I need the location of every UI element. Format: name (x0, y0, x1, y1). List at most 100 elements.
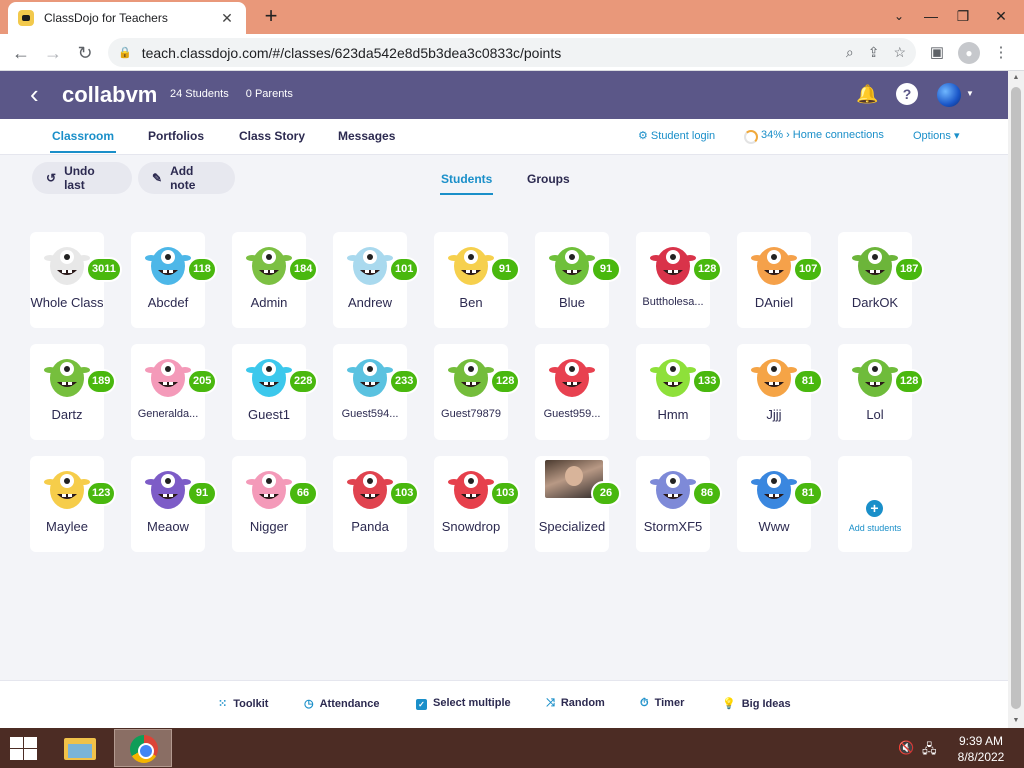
options-dropdown[interactable]: Options ▾ (913, 129, 960, 142)
points-badge: 107 (793, 257, 824, 282)
points-badge: 91 (490, 257, 520, 282)
student-card[interactable]: 133 Hmm (636, 344, 723, 440)
student-card[interactable]: 91 Blue (535, 232, 621, 328)
student-card[interactable]: 128 Guest79879 (434, 344, 521, 440)
parents-count[interactable]: 0 Parents (246, 88, 293, 100)
student-card[interactable]: Guest959... (535, 344, 609, 440)
students-count[interactable]: 24 Students (170, 88, 229, 100)
student-name: Abcdef (147, 295, 189, 310)
tab-portfolios[interactable]: Portfolios (148, 129, 204, 143)
student-name: Snowdrop (441, 519, 501, 534)
monster-avatar-icon (145, 247, 191, 285)
points-badge: 123 (86, 481, 117, 506)
monster-avatar-icon (44, 359, 90, 397)
forward-arrow-icon[interactable]: → (40, 40, 66, 66)
help-icon[interactable]: ? (896, 83, 918, 105)
student-card[interactable]: 107 DAniel (737, 232, 824, 328)
monster-avatar-icon (751, 359, 797, 397)
tab-search-icon[interactable]: ⌄ (882, 0, 916, 34)
whole-class-card[interactable]: 3011 Whole Class (30, 232, 122, 328)
add-note-button[interactable]: ✎ Add note (138, 162, 235, 194)
student-card[interactable]: 128 Buttholesa... (636, 232, 723, 328)
minimize-button[interactable]: — (914, 0, 948, 34)
menu-dots-icon[interactable]: ⋮ (990, 42, 1012, 64)
new-tab-button[interactable]: + (258, 4, 284, 30)
browser-tab[interactable]: ClassDojo for Teachers ✕ (8, 2, 246, 34)
student-card[interactable]: 101 Andrew (333, 232, 420, 328)
tab-class-story[interactable]: Class Story (239, 129, 305, 143)
scroll-up-arrow-icon[interactable]: ▲ (1008, 71, 1024, 85)
clock-date: 8/8/2022 (957, 750, 1005, 764)
windows-start-icon[interactable] (8, 736, 38, 760)
clock-icon: ◷ (304, 698, 314, 710)
student-card[interactable]: 187 DarkOK (838, 232, 925, 328)
student-login-link[interactable]: ⚙ Student login (638, 129, 715, 142)
student-card[interactable]: 66 Nigger (232, 456, 318, 552)
student-card[interactable]: 103 Snowdrop (434, 456, 521, 552)
class-nav: Classroom Portfolios Class Story Message… (0, 119, 1008, 155)
student-card[interactable]: 189 Dartz (30, 344, 117, 440)
zoom-icon[interactable]: ⌕ (846, 44, 854, 61)
attendance-button[interactable]: ◷ Attendance (304, 697, 380, 710)
notification-bell-icon[interactable]: 🔔 (856, 83, 878, 105)
student-card[interactable]: 205 Generalda... (131, 344, 218, 440)
profile-avatar-icon[interactable]: ● (958, 42, 980, 64)
page-scrollbar[interactable]: ▲ ▼ (1008, 71, 1024, 728)
lock-icon[interactable]: 🔒 (118, 46, 132, 59)
view-groups-tab[interactable]: Groups (527, 172, 570, 186)
account-avatar-icon[interactable] (937, 83, 961, 107)
tab-classroom[interactable]: Classroom (49, 129, 117, 153)
home-connections-link[interactable]: 34% › Home connections (761, 129, 884, 141)
file-explorer-icon[interactable] (62, 734, 98, 762)
points-badge: 3011 (86, 257, 122, 282)
monster-avatar-icon (650, 471, 696, 509)
bookmark-star-icon[interactable]: ☆ (893, 44, 906, 61)
random-button[interactable]: ⤨ Random (546, 697, 605, 710)
side-panel-icon[interactable]: ▣ (926, 42, 948, 64)
points-badge: 91 (187, 481, 217, 506)
points-badge: 187 (894, 257, 925, 282)
big-ideas-button[interactable]: 💡 Big Ideas (722, 697, 791, 710)
student-card[interactable]: 26 Specialized (535, 456, 621, 552)
close-window-button[interactable]: ✕ (984, 0, 1018, 34)
student-card[interactable]: 86 StormXF5 (636, 456, 722, 552)
select-multiple-button[interactable]: ✓ Select multiple (416, 697, 511, 710)
close-tab-icon[interactable]: ✕ (218, 10, 236, 27)
student-card[interactable]: 123 Maylee (30, 456, 117, 552)
omnibox[interactable]: 🔒 teach.classdojo.com/#/classes/623da542… (108, 38, 916, 67)
scroll-thumb[interactable] (1011, 87, 1021, 709)
chrome-taskbar-button[interactable] (114, 729, 172, 767)
student-name: Meaow (147, 519, 189, 534)
student-card[interactable]: 184 Admin (232, 232, 319, 328)
big-ideas-label: Big Ideas (741, 698, 791, 710)
undo-last-button[interactable]: ↺ Undo last (32, 162, 132, 194)
student-card[interactable]: 128 Lol (838, 344, 925, 440)
tab-messages[interactable]: Messages (338, 129, 395, 143)
student-card[interactable]: 81 Jjjj (737, 344, 823, 440)
student-card[interactable]: 228 Guest1 (232, 344, 319, 440)
class-name[interactable]: collabvm (62, 82, 157, 108)
account-caret-icon[interactable]: ▼ (966, 89, 974, 98)
toolkit-button[interactable]: ⁙ Toolkit (218, 697, 268, 710)
student-card[interactable]: 91 Meaow (131, 456, 217, 552)
student-card[interactable]: 233 Guest594... (333, 344, 420, 440)
scroll-down-arrow-icon[interactable]: ▼ (1008, 714, 1024, 728)
timer-button[interactable]: ⏱ Timer (640, 697, 684, 710)
student-card[interactable]: 103 Panda (333, 456, 420, 552)
student-card[interactable]: 91 Ben (434, 232, 520, 328)
student-card[interactable]: 118 Abcdef (131, 232, 217, 328)
reload-icon[interactable]: ↻ (72, 40, 98, 66)
share-icon[interactable]: ⇪ (868, 44, 880, 61)
url-text[interactable]: teach.classdojo.com/#/classes/623da542e8… (142, 45, 832, 61)
student-name: Panda (351, 519, 389, 534)
system-clock[interactable]: 9:39 AM 8/8/2022 (946, 733, 1016, 765)
network-icon[interactable]: 🖧 (922, 740, 937, 762)
back-arrow-icon[interactable]: ← (8, 40, 34, 66)
class-header: ‹ collabvm 24 Students 0 Parents 🔔 ? ▼ (0, 71, 1008, 119)
student-card[interactable]: 81 Www (737, 456, 823, 552)
back-chevron-icon[interactable]: ‹ (30, 81, 39, 107)
add-students-button[interactable]: + Add students (838, 456, 912, 552)
volume-muted-icon[interactable]: 🔇 (898, 740, 914, 756)
view-students-tab[interactable]: Students (439, 172, 494, 195)
restore-button[interactable]: ❐ (946, 0, 980, 34)
